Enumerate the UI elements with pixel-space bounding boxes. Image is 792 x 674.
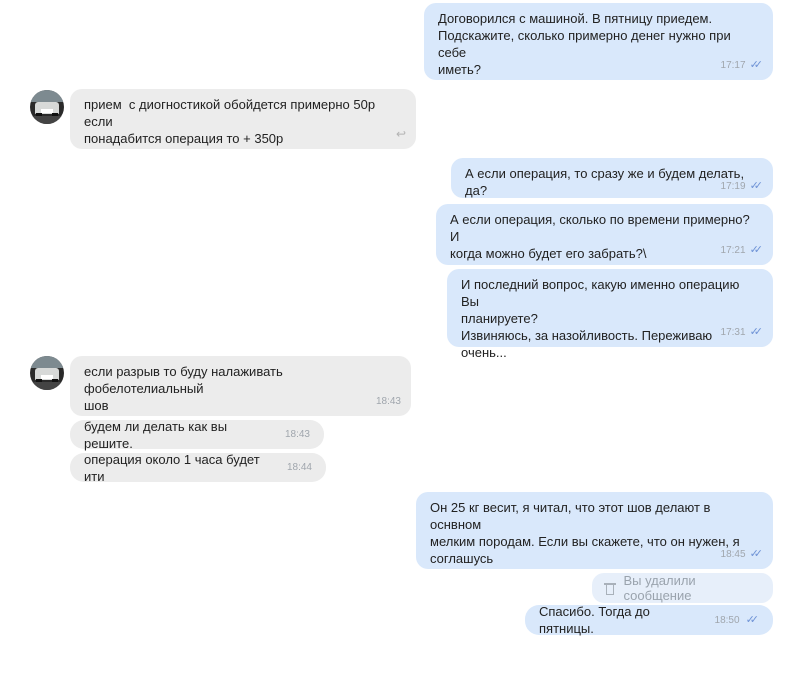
message-time: 17:31 bbox=[720, 327, 746, 338]
message-meta: 17:31 ✓✓ bbox=[720, 324, 764, 341]
message-text: Договорился с машиной. В пятницу приедем… bbox=[438, 11, 731, 77]
message-time: 17:19 bbox=[720, 181, 746, 192]
message-text: А если операция, то сразу же и будем дел… bbox=[465, 166, 748, 198]
message-meta: 17:17 ✓✓ bbox=[720, 57, 764, 74]
message-text: прием с диогностикой обойдется примерно … bbox=[84, 97, 376, 146]
double-check-icon: ✓✓ bbox=[749, 326, 764, 338]
message-text: Спасибо. Тогда до пятницы. bbox=[539, 604, 654, 636]
message-bubble[interactable]: Договорился с машиной. В пятницу приедем… bbox=[424, 3, 773, 80]
contact-avatar[interactable] bbox=[30, 90, 64, 124]
message-meta: 18:45 ✓✓ bbox=[720, 546, 764, 563]
message-time: 18:50 bbox=[714, 614, 740, 626]
message-bubble[interactable]: А если операция, то сразу же и будем дел… bbox=[451, 158, 773, 198]
message-bubble[interactable]: Спасибо. Тогда до пятницы. 18:50 ✓✓ bbox=[525, 604, 773, 636]
trash-icon bbox=[604, 582, 617, 595]
message-text: будем ли делать как вы решите. bbox=[84, 418, 231, 451]
message-time: 18:44 bbox=[286, 462, 312, 473]
contact-avatar[interactable] bbox=[30, 356, 64, 390]
double-check-icon: ✓✓ bbox=[749, 180, 764, 192]
message-time: 17:21 bbox=[720, 245, 746, 256]
message-text: И последний вопрос, какую именно операци… bbox=[461, 277, 740, 360]
message-text: Он 25 кг весит, я читал, что этот шов де… bbox=[430, 500, 740, 566]
message-meta: 17:19 ✓✓ bbox=[720, 178, 764, 195]
message-bubble[interactable]: И последний вопрос, какую именно операци… bbox=[447, 269, 773, 360]
message-text: А если операция, сколько по времени прим… bbox=[450, 212, 750, 261]
message-time: 18:43 bbox=[284, 429, 310, 440]
reply-icon[interactable]: ↩ bbox=[396, 126, 406, 143]
message-bubble[interactable]: будем ли делать как вы решите. 18:43 bbox=[70, 418, 324, 451]
double-check-icon: ✓✓ bbox=[749, 59, 764, 71]
message-time: 18:43 bbox=[375, 396, 401, 407]
message-meta: ↩ bbox=[396, 126, 406, 143]
double-check-icon: ✓✓ bbox=[749, 244, 764, 256]
message-text: если разрыв то буду налаживать фобелотел… bbox=[84, 364, 283, 413]
message-time: 17:17 bbox=[720, 60, 746, 71]
deleted-message[interactable]: Вы удалили сообщение bbox=[592, 573, 773, 603]
double-check-icon: ✓✓ bbox=[745, 613, 760, 626]
message-bubble[interactable]: прием с диогностикой обойдется примерно … bbox=[70, 89, 416, 149]
message-text: операция около 1 часа будет ити bbox=[84, 451, 264, 484]
message-bubble[interactable]: операция около 1 часа будет ити 18:44 bbox=[70, 451, 326, 484]
message-time: 18:45 bbox=[720, 549, 746, 560]
message-meta: 17:21 ✓✓ bbox=[720, 242, 764, 259]
deleted-message-text: Вы удалили сообщение bbox=[623, 573, 696, 603]
message-bubble[interactable]: если разрыв то буду налаживать фобелотел… bbox=[70, 356, 411, 416]
double-check-icon: ✓✓ bbox=[749, 548, 764, 560]
message-bubble[interactable]: А если операция, сколько по времени прим… bbox=[436, 204, 773, 265]
message-bubble[interactable]: Он 25 кг весит, я читал, что этот шов де… bbox=[416, 492, 773, 569]
message-meta: 18:43 bbox=[376, 393, 401, 410]
